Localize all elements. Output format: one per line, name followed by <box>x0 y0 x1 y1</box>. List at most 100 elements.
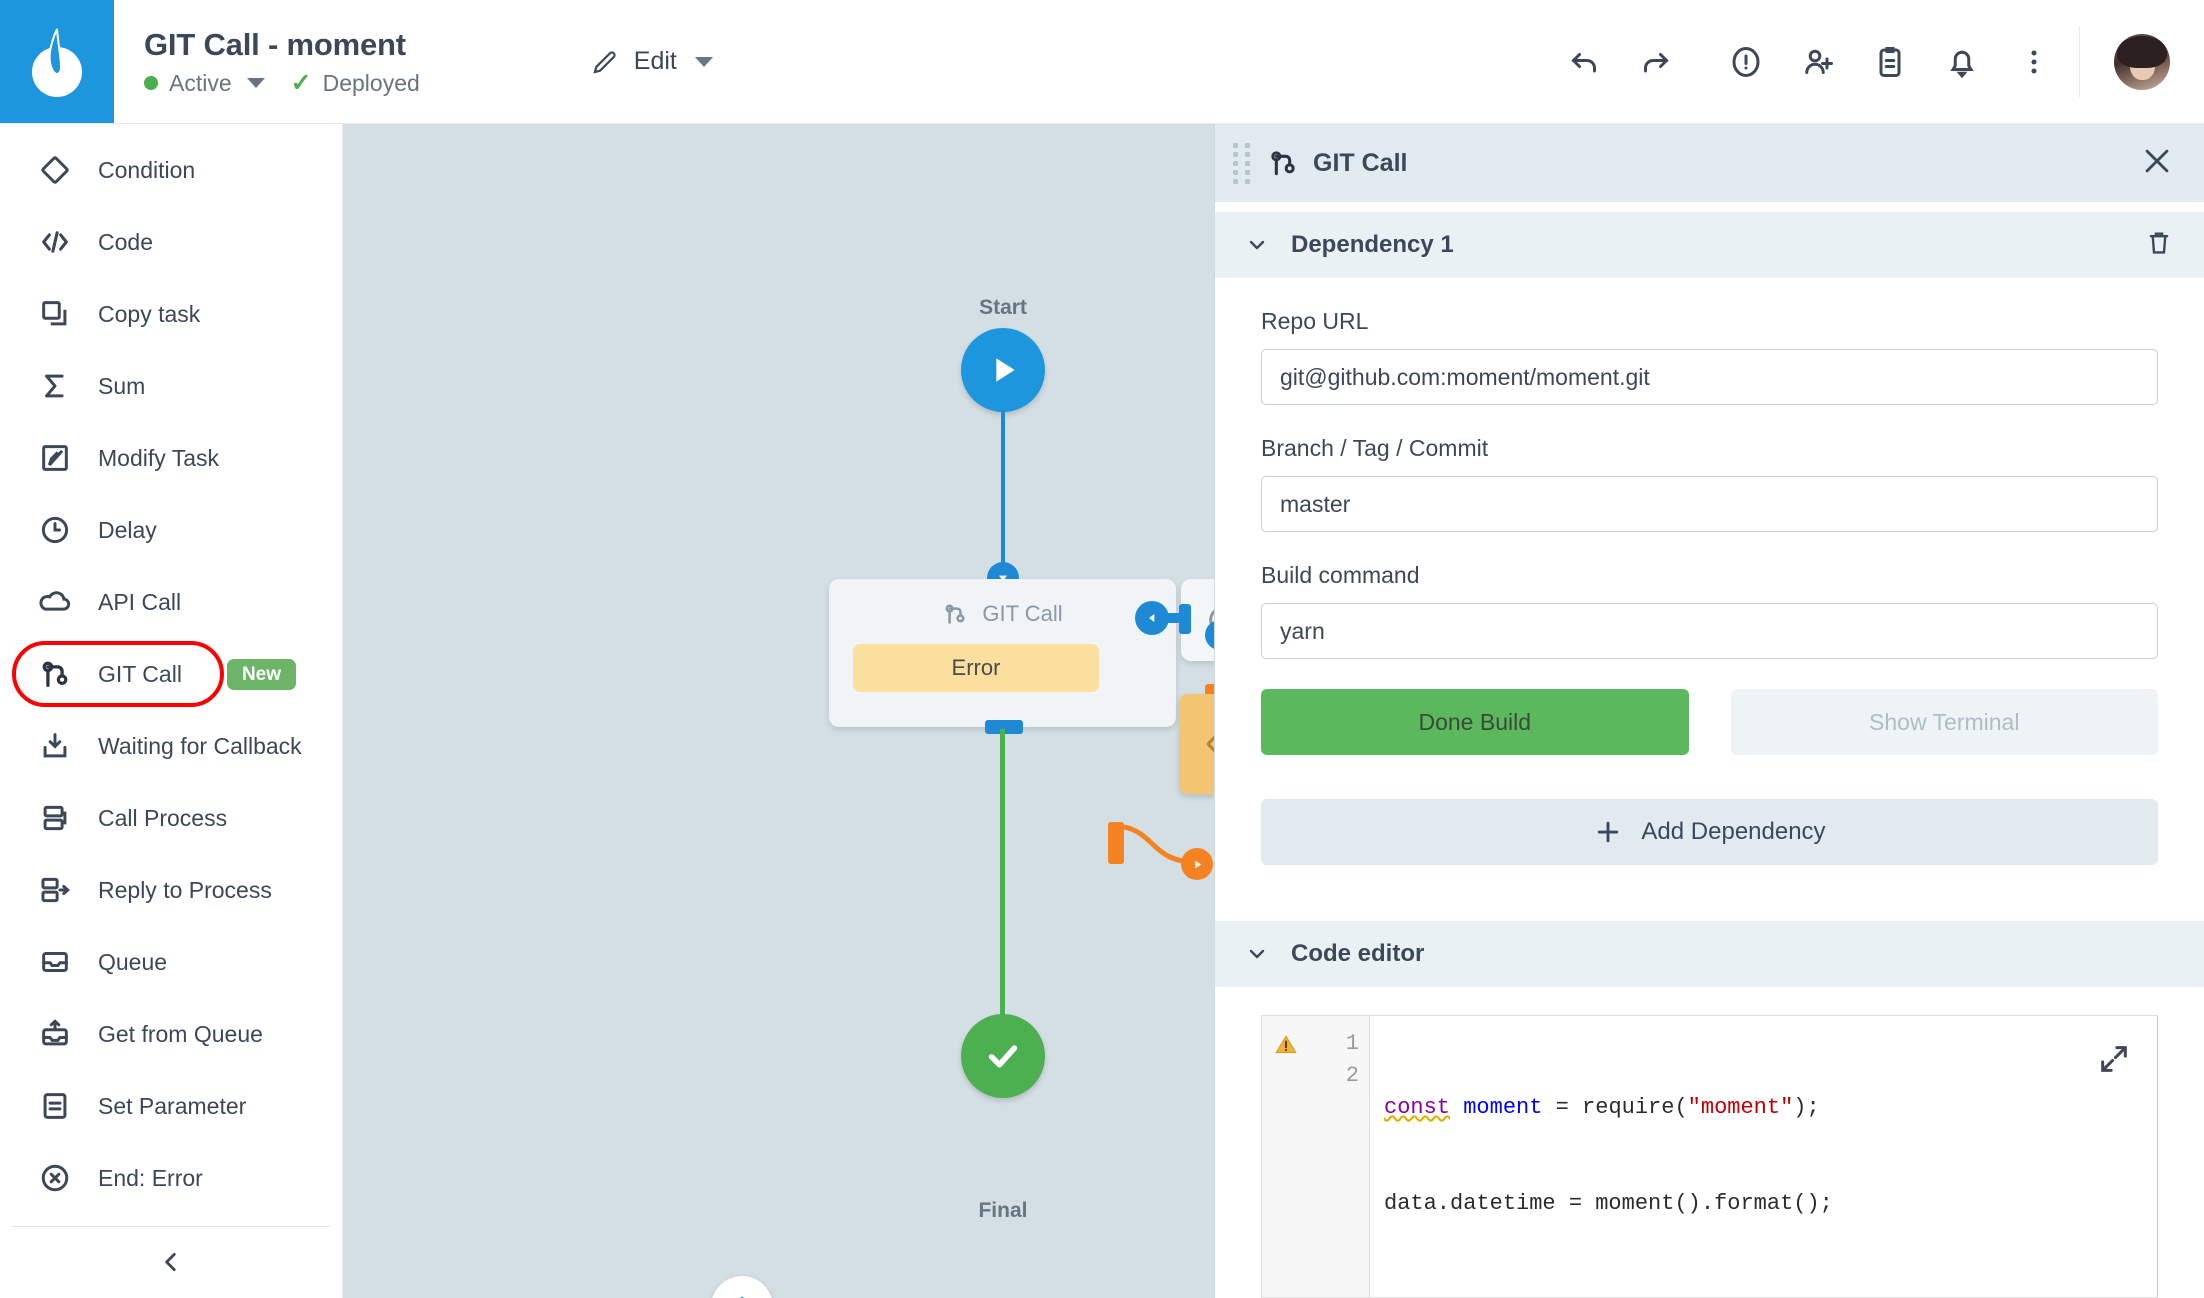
chevron-down-icon[interactable] <box>1245 233 1269 257</box>
editor-gutter: 1 2 <box>1262 1016 1370 1297</box>
dependency-section-header[interactable]: Dependency 1 <box>1215 212 2204 278</box>
sidebar-collapse-button[interactable] <box>0 1227 342 1298</box>
sidebar-item-queue[interactable]: Queue <box>0 926 342 998</box>
get-from-queue-icon <box>37 1016 73 1052</box>
sidebar-item-modify-task[interactable]: Modify Task <box>0 422 342 494</box>
sidebar-item-label: Code <box>98 228 153 255</box>
editor-code-content[interactable]: const moment = require("moment"); data.d… <box>1370 1016 2157 1297</box>
status-badge: New <box>226 658 297 690</box>
gitcall-node-title: GIT Call <box>982 601 1063 626</box>
sidebar-item-call-process[interactable]: Call Process <box>0 782 342 854</box>
sidebar-item-sum[interactable]: Sum <box>0 350 342 422</box>
gitcall-node-title-row: GIT Call <box>829 579 1176 627</box>
play-icon <box>996 358 1015 382</box>
condition-node[interactable] <box>1179 694 1214 794</box>
add-user-icon[interactable] <box>1793 37 1843 87</box>
edit-menu-button[interactable]: Edit <box>590 0 713 123</box>
top-bar: GIT Call - moment Active ✓ Deployed Edit <box>0 0 2204 124</box>
title-block: GIT Call - moment Active ✓ Deployed <box>114 0 420 123</box>
deployed-label: Deployed <box>322 69 420 96</box>
panel-scroll-area[interactable]: Dependency 1 Repo URL git@github.com:mom… <box>1215 202 2204 1298</box>
avatar-container[interactable] <box>2080 0 2204 123</box>
dependency-form: Repo URL git@github.com:moment/moment.gi… <box>1215 278 2204 865</box>
sidebar-item-get-from-queue[interactable]: Get from Queue <box>0 998 342 1070</box>
status-label: Active <box>169 69 232 96</box>
avatar[interactable] <box>2114 33 2170 90</box>
git-branch-icon <box>1271 151 1295 176</box>
body-row: Condition Code Copy task Sum Modify Task… <box>0 124 2204 1298</box>
sidebar-item-label: Condition <box>98 156 196 183</box>
code-editor[interactable]: 1 2 const moment = require("moment"); da… <box>1261 1015 2158 1298</box>
flow-canvas[interactable]: Start GIT Call Error Final <box>343 124 1214 1298</box>
zoom-in-button[interactable] <box>711 1276 773 1298</box>
sidebar-item-api-call[interactable]: API Call <box>0 566 342 638</box>
sidebar-item-condition[interactable]: Condition <box>0 134 342 206</box>
edit-label: Edit <box>633 47 677 75</box>
edit-square-icon <box>37 440 73 476</box>
sidebar-item-set-parameter[interactable]: Set Parameter <box>0 1070 342 1142</box>
build-command-input[interactable]: yarn <box>1261 603 2158 659</box>
code-token: moment <box>1463 1095 1543 1120</box>
alert-circle-icon[interactable] <box>1721 37 1771 87</box>
undo-icon[interactable] <box>1559 37 1609 87</box>
sidebar-item-end-error[interactable]: End: Error <box>0 1142 342 1214</box>
code-editor-wrap: 1 2 const moment = require("moment"); da… <box>1215 987 2204 1298</box>
code-token: "moment" <box>1687 1095 1794 1120</box>
sidebar-item-delay[interactable]: Delay <box>0 494 342 566</box>
set-parameter-icon <box>37 1088 73 1124</box>
sidebar-item-git-call[interactable]: GIT Call New <box>0 638 342 710</box>
code-token: data.datetime = moment().format(); <box>1384 1191 1833 1216</box>
chevron-down-icon[interactable] <box>1245 942 1269 966</box>
sidebar-item-label: Copy task <box>98 300 201 327</box>
left-sidebar: Condition Code Copy task Sum Modify Task… <box>0 124 343 1298</box>
error-branch-box[interactable]: Error <box>853 644 1099 692</box>
brand-logo[interactable] <box>0 0 114 123</box>
show-terminal-button[interactable]: Show Terminal <box>1730 689 2158 755</box>
chevron-left-icon <box>165 1253 176 1272</box>
chevron-down-icon[interactable] <box>246 78 265 88</box>
branch-tag-commit-input[interactable]: master <box>1261 476 2158 532</box>
repo-url-label: Repo URL <box>1261 308 1369 334</box>
clipboard-icon[interactable] <box>1865 37 1915 87</box>
code-editor-section-header[interactable]: Code editor <box>1215 921 2204 987</box>
line-number: 1 <box>1345 1031 1359 1056</box>
repo-url-input[interactable]: git@github.com:moment/moment.git <box>1261 349 2158 405</box>
start-node[interactable] <box>961 328 1045 412</box>
check-icon: ✓ <box>290 68 312 97</box>
plus-icon <box>1598 821 1619 843</box>
copy-icon <box>37 296 73 332</box>
inbox-download-icon <box>37 728 73 764</box>
bell-icon[interactable] <box>1937 37 1987 87</box>
close-icon[interactable] <box>2140 144 2174 183</box>
redo-icon[interactable] <box>1631 37 1681 87</box>
sidebar-item-label: API Call <box>98 588 182 615</box>
call-process-icon <box>37 800 73 836</box>
add-dependency-button[interactable]: Add Dependency <box>1261 799 2158 865</box>
plus-icon <box>740 1296 744 1298</box>
sidebar-item-label: GIT Call <box>98 660 182 687</box>
trash-icon[interactable] <box>2144 228 2174 263</box>
gitcall-node[interactable]: GIT Call Error <box>829 579 1176 727</box>
sidebar-item-label: Delay <box>98 516 157 543</box>
code-token: = require( <box>1542 1095 1688 1120</box>
expand-icon[interactable] <box>2097 1042 2131 1081</box>
done-build-button[interactable]: Done Build <box>1261 689 1689 755</box>
final-node[interactable] <box>961 1014 1045 1098</box>
warning-glyph <box>1275 1035 1297 1054</box>
queue-icon <box>37 944 73 980</box>
warning-triangle-icon[interactable] <box>1262 1028 1310 1297</box>
panel-drag-handle[interactable] <box>1233 142 1251 184</box>
more-vertical-icon[interactable] <box>2009 37 2059 87</box>
line-number: 2 <box>1345 1063 1359 1088</box>
properties-panel: GIT Call Dependency 1 Repo URL git@githu… <box>1214 124 2204 1298</box>
build-button-row: Done Build Show Terminal <box>1261 689 2158 755</box>
app-root: GIT Call - moment Active ✓ Deployed Edit <box>0 0 2204 1298</box>
sidebar-item-code[interactable]: Code <box>0 206 342 278</box>
sidebar-item-waiting-for-callback[interactable]: Waiting for Callback <box>0 710 342 782</box>
clock-icon <box>37 512 73 548</box>
status-active[interactable]: Active <box>144 70 265 97</box>
sidebar-item-reply-to-process[interactable]: Reply to Process <box>0 854 342 926</box>
sidebar-item-copy-task[interactable]: Copy task <box>0 278 342 350</box>
panel-title: GIT Call <box>1313 148 1408 177</box>
